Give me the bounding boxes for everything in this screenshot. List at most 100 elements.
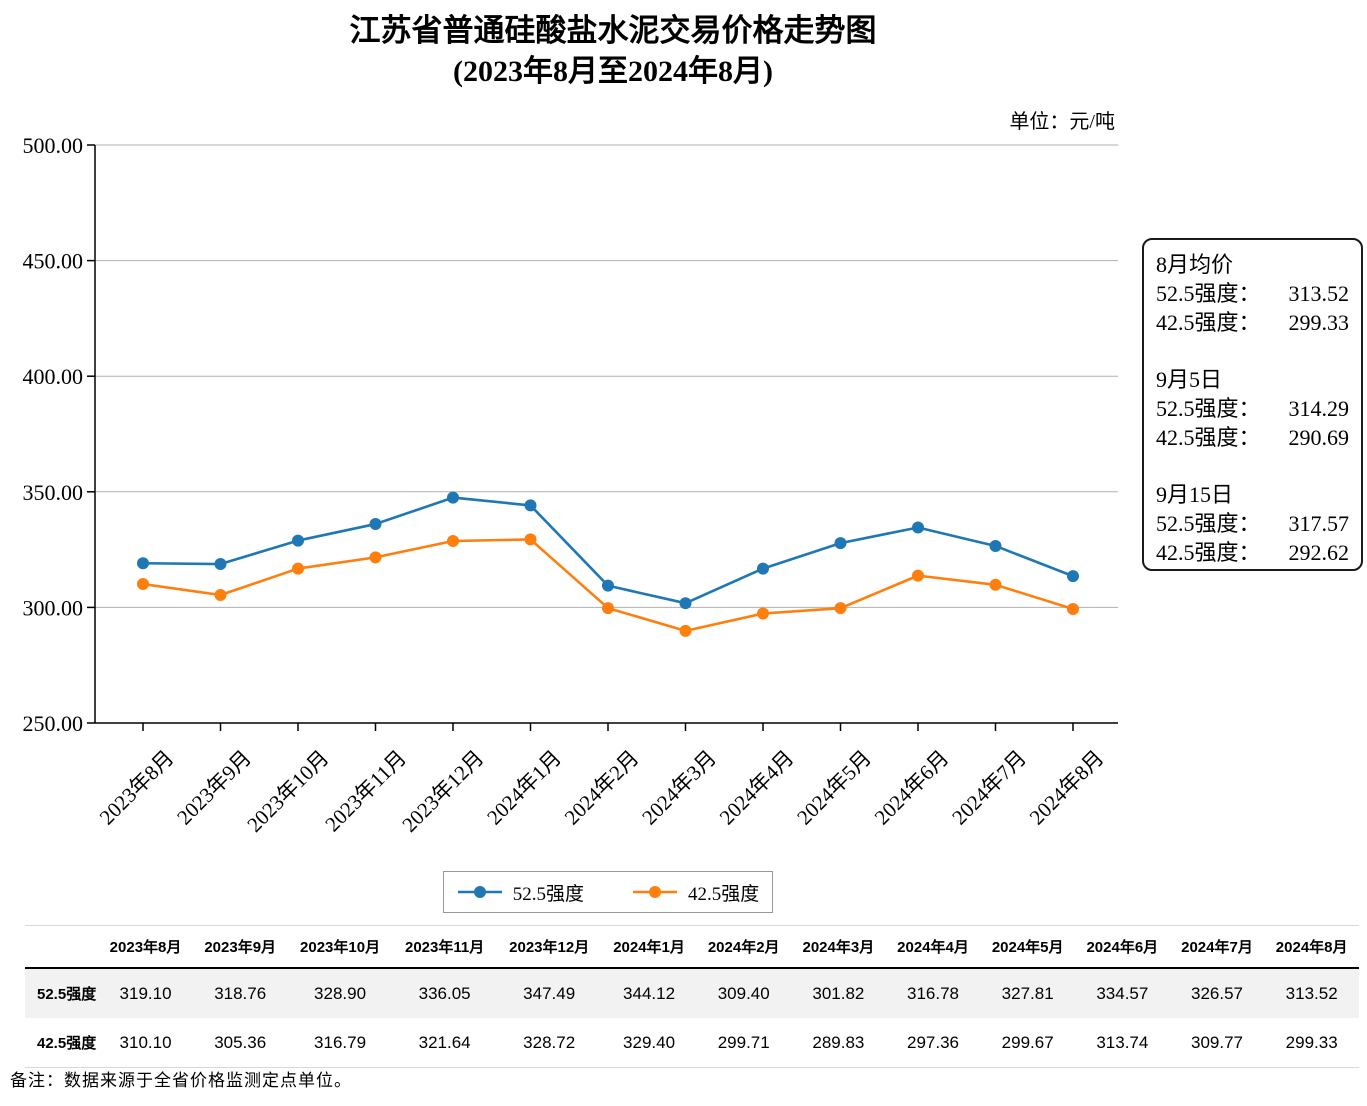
data-point-42.5强度 bbox=[1067, 602, 1079, 615]
chart-legend: 52.5强度 42.5强度 bbox=[443, 871, 773, 913]
table-column-header: 2024年5月 bbox=[980, 925, 1075, 969]
data-point-42.5强度 bbox=[757, 607, 769, 620]
table-column-header: 2024年7月 bbox=[1169, 925, 1265, 969]
table-column-header: 2024年2月 bbox=[696, 925, 792, 969]
annotation-value: 313.52 bbox=[1288, 281, 1350, 306]
data-point-52.5强度 bbox=[137, 557, 149, 570]
x-tick-label: 2024年3月 bbox=[637, 746, 721, 830]
annotation-value: 290.69 bbox=[1288, 425, 1350, 450]
x-tick-label: 2023年10月 bbox=[242, 746, 333, 837]
annotation-row: 52.5强度： 317.57 bbox=[1156, 509, 1349, 538]
legend-item-42.5强度: 42.5强度 bbox=[632, 879, 759, 906]
x-tick-label: 2023年12月 bbox=[397, 746, 488, 837]
data-point-52.5强度 bbox=[214, 558, 227, 571]
data-point-52.5强度 bbox=[1067, 570, 1079, 583]
table-cell: 310.10 bbox=[119, 1032, 172, 1052]
table-cell: 316.78 bbox=[907, 983, 960, 1003]
annotation-box: 8月均价 52.5强度： 313.52 42.5强度： 299.33 9月5日 52.5强度… bbox=[1142, 238, 1363, 571]
x-tick-label: 2024年7月 bbox=[947, 746, 1031, 830]
x-tick-label: 2023年11月 bbox=[320, 746, 411, 837]
legend-label: 52.5强度 bbox=[512, 883, 584, 905]
table-cell: 309.77 bbox=[1190, 1032, 1243, 1052]
data-point-42.5强度 bbox=[447, 534, 459, 547]
table-column-header: 2023年11月 bbox=[392, 925, 497, 969]
table-cell: 326.57 bbox=[1190, 983, 1243, 1003]
annotation-label: 42.5强度： bbox=[1156, 540, 1261, 565]
table-cell: 344.12 bbox=[623, 983, 676, 1003]
table-column-header: 2024年8月 bbox=[1264, 925, 1359, 969]
data-point-52.5强度 bbox=[912, 521, 924, 534]
x-tick-label: 2024年2月 bbox=[560, 746, 644, 830]
table-column-header: 2023年10月 bbox=[287, 925, 393, 969]
x-tick-label: 2024年5月 bbox=[792, 746, 876, 830]
table-cell: 313.52 bbox=[1285, 983, 1338, 1003]
table-cell: 334.57 bbox=[1096, 983, 1149, 1003]
x-tick-label: 2024年8月 bbox=[1025, 746, 1109, 830]
data-point-42.5强度 bbox=[292, 562, 304, 575]
table-column-header: 2024年6月 bbox=[1075, 925, 1170, 969]
table-cell: 305.36 bbox=[214, 1032, 267, 1052]
table-cell: 327.81 bbox=[1001, 983, 1054, 1003]
table-corner-cell bbox=[25, 925, 99, 969]
annotation-row: 52.5强度： 314.29 bbox=[1156, 394, 1349, 423]
table-column-header: 2024年3月 bbox=[791, 925, 886, 969]
legend-marker-icon bbox=[633, 886, 677, 898]
annotation-group: 9月15日 52.5强度： 317.57 42.5强度： 292.62 bbox=[1156, 480, 1349, 567]
y-tick-label: 300.00 bbox=[23, 595, 84, 620]
x-tick-label: 2023年9月 bbox=[172, 746, 256, 830]
annotation-header: 9月15日 bbox=[1156, 482, 1234, 507]
data-point-42.5强度 bbox=[369, 551, 382, 564]
data-point-42.5强度 bbox=[679, 624, 692, 637]
table-cell: 301.82 bbox=[812, 983, 865, 1003]
annotation-label: 42.5强度： bbox=[1156, 310, 1261, 335]
table-row-label: 42.5强度 bbox=[37, 1035, 97, 1052]
x-tick-label: 2024年4月 bbox=[715, 746, 799, 830]
table-cell: 318.76 bbox=[214, 983, 267, 1003]
annotation-value: 317.57 bbox=[1288, 511, 1350, 536]
annotation-header: 9月5日 bbox=[1156, 367, 1223, 392]
data-point-42.5强度 bbox=[602, 602, 614, 615]
table-cell: 289.83 bbox=[812, 1032, 865, 1052]
data-point-52.5强度 bbox=[834, 537, 847, 550]
table-row: 52.5强度 319.10 318.76 328.90 336.05 347.49 344.… bbox=[25, 968, 1359, 1018]
table-cell: 321.64 bbox=[418, 1032, 471, 1052]
data-table: 2023年8月 2023年9月 2023年10月 2023年11月 2023年12月 20… bbox=[25, 925, 1359, 1068]
legend-marker-icon bbox=[457, 886, 502, 898]
table-cell: 328.72 bbox=[523, 1032, 576, 1052]
table-cell: 328.90 bbox=[314, 983, 367, 1003]
annotation-label: 42.5强度： bbox=[1156, 425, 1261, 450]
table-column-header: 2023年8月 bbox=[98, 925, 193, 969]
y-tick-label: 500.00 bbox=[23, 133, 84, 158]
annotation-label: 52.5强度： bbox=[1156, 281, 1261, 306]
annotation-header: 8月均价 bbox=[1156, 252, 1234, 277]
data-point-52.5强度 bbox=[524, 499, 537, 512]
data-point-42.5强度 bbox=[834, 602, 847, 615]
y-tick-label: 250.00 bbox=[23, 711, 84, 736]
table-cell: 319.10 bbox=[119, 983, 172, 1003]
annotation-label: 52.5强度： bbox=[1156, 396, 1261, 421]
table-cell: 309.40 bbox=[717, 983, 770, 1003]
table-cell: 299.33 bbox=[1285, 1032, 1338, 1052]
annotation-label: 52.5强度： bbox=[1156, 511, 1261, 536]
table-cell: 297.36 bbox=[907, 1032, 960, 1052]
table-column-header: 2024年1月 bbox=[601, 925, 697, 969]
table-column-header: 2023年9月 bbox=[192, 925, 288, 969]
table-cell: 299.71 bbox=[717, 1032, 770, 1052]
cement-price-report: 江苏省普通硅酸盐水泥交易价格走势图 (2023年8月至2024年8月) 单位：元… bbox=[0, 0, 1367, 1106]
x-tick-label: 2023年8月 bbox=[95, 746, 179, 830]
data-point-52.5强度 bbox=[292, 534, 304, 547]
data-point-42.5强度 bbox=[912, 569, 924, 582]
table-cell: 313.74 bbox=[1096, 1032, 1149, 1052]
y-tick-label: 400.00 bbox=[23, 364, 84, 389]
table-header: 2023年8月 2023年9月 2023年10月 2023年11月 2023年12月 20… bbox=[25, 925, 1359, 969]
y-tick-label: 450.00 bbox=[23, 249, 84, 274]
annotation-group: 8月均价 52.5强度： 313.52 42.5强度： 299.33 bbox=[1156, 250, 1349, 337]
data-point-42.5强度 bbox=[524, 533, 537, 546]
table-cell: 316.79 bbox=[314, 1032, 367, 1052]
legend-label: 42.5强度 bbox=[688, 883, 760, 905]
table-cell: 299.67 bbox=[1001, 1032, 1054, 1052]
annotation-group: 9月5日 52.5强度： 314.29 42.5强度： 290.69 bbox=[1156, 365, 1349, 452]
table-row-label: 52.5强度 bbox=[37, 986, 97, 1003]
footnote: 备注：数据来源于全省价格监测定点单位。 bbox=[10, 1071, 352, 1090]
data-point-52.5强度 bbox=[989, 539, 1002, 552]
